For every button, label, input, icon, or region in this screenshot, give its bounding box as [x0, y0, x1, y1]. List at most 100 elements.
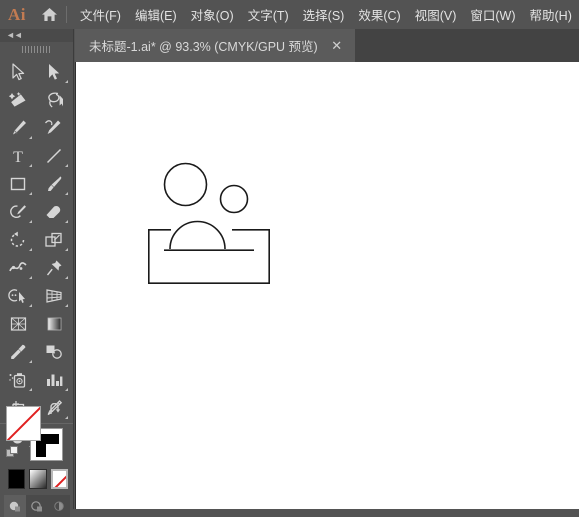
- tool-flyout-indicator: [65, 276, 68, 279]
- mesh-tool[interactable]: [0, 310, 36, 338]
- draw-behind-icon: [31, 501, 42, 512]
- filled-arrow-icon: [49, 64, 60, 80]
- type-t-icon: T: [13, 149, 23, 165]
- lasso-tool[interactable]: [36, 86, 72, 114]
- bar-chart-icon: [47, 374, 63, 386]
- tool-flyout-indicator: [65, 304, 68, 307]
- tool-flyout-indicator: [65, 164, 68, 167]
- direct-selection-tool[interactable]: [36, 58, 72, 86]
- document-tab[interactable]: 未标题-1.ai* @ 93.3% (CMYK/GPU 预览) ✕: [75, 29, 355, 62]
- eyedropper-tool[interactable]: [0, 338, 36, 366]
- menu-object[interactable]: 对象(O): [184, 1, 241, 28]
- gradient-icon: [47, 317, 61, 331]
- default-fill-box: [10, 446, 18, 454]
- tool-flyout-indicator: [29, 192, 32, 195]
- symbol-sprayer-tool[interactable]: [0, 366, 36, 394]
- curvature-tool[interactable]: [36, 114, 72, 142]
- menubar-divider: [66, 6, 67, 23]
- width-tool[interactable]: [0, 254, 36, 282]
- tool-flyout-indicator: [65, 220, 68, 223]
- rectangle-icon: [10, 177, 26, 191]
- menu-select[interactable]: 选择(S): [296, 1, 352, 28]
- close-icon[interactable]: ✕: [330, 39, 344, 53]
- panel-drag-handle[interactable]: [0, 42, 73, 56]
- ai-logo-icon: Ai: [8, 4, 26, 24]
- type-tool[interactable]: T: [0, 142, 36, 170]
- perspective-grid-icon: [46, 289, 62, 303]
- menu-file[interactable]: 文件(F): [73, 1, 128, 28]
- scale-tool[interactable]: [36, 226, 72, 254]
- curvature-pen-icon: [44, 120, 61, 134]
- gradient-tool[interactable]: [36, 310, 72, 338]
- paintbrush-icon: [47, 176, 61, 191]
- pen-tool[interactable]: [0, 114, 36, 142]
- eyedropper-icon: [10, 344, 25, 359]
- rotate-tool[interactable]: [0, 226, 36, 254]
- tool-grid: T: [0, 56, 73, 450]
- color-mode-solid[interactable]: [8, 469, 26, 489]
- none-slash-icon: [7, 407, 40, 440]
- artboard[interactable]: [76, 62, 579, 509]
- fill-stroke-group: [6, 402, 66, 464]
- draw-inside-icon: [54, 501, 64, 511]
- default-fill-stroke-icon[interactable]: [6, 446, 19, 459]
- stroke-swatch-hole: [46, 444, 59, 457]
- menu-effect[interactable]: 效果(C): [351, 1, 407, 28]
- perspective-grid-tool[interactable]: [36, 282, 72, 310]
- tool-flyout-indicator: [29, 136, 32, 139]
- width-warp-icon: [9, 262, 27, 272]
- menu-type[interactable]: 文字(T): [241, 1, 296, 28]
- eraser-tool[interactable]: [36, 198, 72, 226]
- rectangle[interactable]: [148, 229, 270, 284]
- magic-wand-tool[interactable]: [0, 86, 36, 114]
- pushpin-icon: [46, 260, 61, 276]
- eraser-icon: [46, 206, 61, 218]
- symbol-sprayer-icon: [9, 373, 26, 388]
- draw-normal-icon: [9, 501, 20, 512]
- column-graph-tool[interactable]: [36, 366, 72, 394]
- canvas-area: [75, 62, 579, 509]
- large-circle[interactable]: [163, 162, 208, 207]
- menu-edit[interactable]: 编辑(E): [128, 1, 184, 28]
- shape-builder-tool[interactable]: [0, 282, 36, 310]
- shaper-pencil-icon: [10, 205, 26, 218]
- paintbrush-tool[interactable]: [36, 170, 72, 198]
- blend-tool[interactable]: [36, 338, 72, 366]
- menu-item-list: 文件(F) 编辑(E) 对象(O) 文字(T) 选择(S) 效果(C) 视图(V…: [73, 0, 579, 29]
- swap-arrow-icon[interactable]: [48, 402, 64, 417]
- menu-bar: Ai 文件(F) 编辑(E) 对象(O) 文字(T) 选择(S) 效果(C) 视…: [0, 0, 579, 29]
- line-segment-tool[interactable]: [36, 142, 72, 170]
- arc-semicircle[interactable]: [169, 220, 226, 250]
- draw-behind-mode[interactable]: [26, 495, 48, 517]
- arrow-cursor-icon: [11, 63, 24, 81]
- collapse-panel-button[interactable]: ◄◄: [0, 29, 73, 42]
- double-chevron-left-icon: ◄◄: [6, 30, 23, 40]
- tool-flyout-indicator: [65, 80, 68, 83]
- grip-dots-icon: [21, 45, 52, 53]
- selection-tool[interactable]: [0, 58, 36, 86]
- fill-swatch[interactable]: [6, 406, 41, 441]
- color-mode-none[interactable]: [50, 469, 68, 489]
- rotate-icon: [10, 231, 24, 247]
- tool-flyout-indicator: [29, 276, 32, 279]
- menu-view[interactable]: 视图(V): [408, 1, 464, 28]
- home-icon[interactable]: [34, 0, 64, 29]
- color-mode-gradient[interactable]: [29, 469, 47, 489]
- draw-normal-mode[interactable]: [4, 495, 26, 517]
- shaper-tool[interactable]: [0, 198, 36, 226]
- menu-help[interactable]: 帮助(H): [523, 1, 579, 28]
- none-slash-icon: [52, 471, 66, 487]
- color-mode-group: [8, 469, 68, 491]
- tool-flyout-indicator: [29, 360, 32, 363]
- tool-flyout-indicator: [65, 192, 68, 195]
- document-tab-title: 未标题-1.ai* @ 93.3% (CMYK/GPU 预览): [89, 40, 318, 54]
- menu-window[interactable]: 窗口(W): [463, 1, 522, 28]
- draw-inside-mode[interactable]: [48, 495, 70, 517]
- tool-flyout-indicator: [65, 388, 68, 391]
- pen-icon: [12, 120, 26, 135]
- rectangle-tool[interactable]: [0, 170, 36, 198]
- small-circle[interactable]: [219, 184, 249, 214]
- tool-flyout-indicator: [29, 388, 32, 391]
- free-transform-tool[interactable]: [36, 254, 72, 282]
- artwork-group[interactable]: [76, 62, 579, 509]
